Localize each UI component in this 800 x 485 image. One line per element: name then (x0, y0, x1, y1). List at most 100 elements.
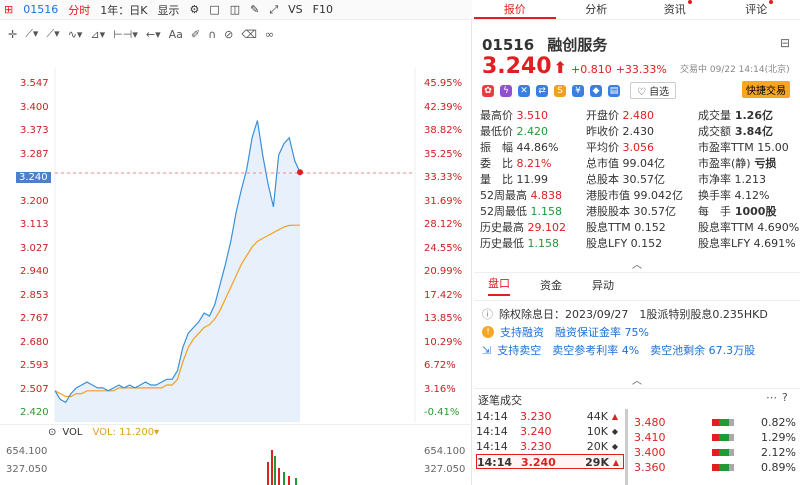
left-axis-tick: 2.420 (20, 407, 49, 418)
tab-quote[interactable]: 报价 (474, 0, 556, 19)
stat-label: 股息率TTM (698, 221, 754, 234)
vol-label[interactable]: VOL (62, 427, 82, 438)
tick-direction: ◆ (611, 442, 619, 451)
depth-price: 3.480 (634, 416, 666, 429)
tick-row: 14:14 3.240 29K ▲ (476, 454, 624, 469)
stat-value: 0.152 (627, 237, 663, 250)
magnet-icon[interactable]: ∩ (208, 28, 216, 41)
tab-funds[interactable]: 资金 (540, 277, 562, 293)
tab-comments[interactable]: 评论 (719, 0, 800, 19)
tick-row: 14:14 3.240 10K ◆ (476, 424, 624, 439)
collapse-chevron-icon-2[interactable]: ︿ (632, 372, 642, 387)
tab-analysis[interactable]: 分析 (556, 0, 638, 19)
stat-value: 4.12% (731, 189, 770, 202)
tab-orderbook[interactable]: 盘口 (488, 274, 510, 296)
notices: ⓘ 除权除息日：2023/09/27 1股派特别股息0.235HKD ! 支持融… (474, 300, 800, 359)
stat-label: 股息率LFY (698, 237, 751, 250)
right-axis-tick: 42.39% (424, 101, 463, 113)
stat-cell: 振 幅 44.86% (480, 140, 586, 156)
price-chart[interactable] (0, 68, 472, 422)
f10-button[interactable]: F10 (313, 3, 333, 16)
tick-time: 14:14 (476, 440, 508, 453)
margin-notice[interactable]: ! 支持融资 融资保证金率 75% (482, 323, 800, 341)
range-tool-icon[interactable]: ⊢⊣▾ (113, 28, 138, 41)
stat-value: 4.691% (750, 237, 796, 250)
stock-code[interactable]: 01516 (23, 3, 58, 16)
left-axis-tick: 3.027 (20, 242, 49, 254)
measure-tool-icon[interactable]: ⊿▾ (90, 28, 105, 41)
volume-header: ⊙ VOL VOL: 11.200 ▾ (0, 424, 472, 440)
period-select[interactable]: 1年：日K (100, 2, 147, 18)
lightning-icon[interactable]: ϟ (500, 84, 512, 97)
depth-price: 3.410 (634, 431, 666, 444)
short-notice[interactable]: ⇲ 支持卖空 卖空参考利率 4% 卖空池剩余 67.3万股 (482, 341, 800, 359)
menu-icon[interactable]: ⊞ (4, 3, 13, 16)
vol-bar (274, 456, 276, 485)
stat-cell: 历史最高 29.102 (480, 220, 586, 236)
stat-value: 0.152 (630, 221, 666, 234)
stat-value: 3.056 (619, 141, 654, 154)
link-icon[interactable]: ∞ (265, 28, 274, 41)
stat-cell: 市盈率(静) 亏损 (698, 156, 800, 172)
tab-alerts[interactable]: 异动 (592, 277, 614, 293)
stat-label: 港股市值 (586, 189, 630, 202)
left-axis-tick: 3.547 (20, 78, 49, 89)
stat-label: 量 比 (480, 173, 513, 186)
stat-cell: 换手率 4.12% (698, 188, 800, 204)
cash-icon[interactable]: ¥ (572, 84, 584, 97)
wave-tool-icon[interactable]: ∿▾ (68, 28, 83, 41)
shuffle-icon[interactable]: ✕ (518, 84, 530, 97)
depth-bar (712, 460, 752, 475)
lock-icon[interactable]: ⊘ (224, 28, 233, 41)
fullscreen-icon[interactable]: ⤢ (269, 3, 278, 17)
draw-icon[interactable]: ✎ (250, 3, 259, 16)
right-axis-tick: 20.99% (424, 266, 463, 277)
doc-icon[interactable]: ▤ (608, 84, 620, 97)
stat-label: 市盈率(静) (698, 157, 751, 170)
camera-icon[interactable]: ◫ (230, 3, 240, 16)
vol-settings-icon[interactable]: ⊙ (48, 427, 56, 438)
ticks-scrollbar[interactable] (625, 409, 628, 485)
square-icon[interactable]: □ (209, 3, 219, 16)
tab-intraday[interactable]: 分时 (68, 2, 90, 18)
stat-cell: 最高价 3.510 (480, 108, 586, 124)
arrow-tool-icon[interactable]: ←▾ (146, 28, 161, 41)
delete-icon[interactable]: ⌫ (241, 28, 257, 41)
quote-code: 01516 (482, 36, 535, 54)
expand-icon[interactable]: ⊟ (780, 36, 790, 50)
brush-icon[interactable]: ✐ (191, 28, 200, 41)
stat-value: 4.838 (527, 189, 562, 202)
quick-trade-button[interactable]: 快捷交易 (742, 81, 790, 98)
depth-price: 3.360 (634, 461, 666, 474)
text-tool-icon[interactable]: Aa (169, 28, 183, 41)
vol-bar (271, 450, 273, 485)
tag-icon[interactable]: ◆ (590, 84, 602, 97)
vs-button[interactable]: VS (288, 3, 303, 16)
add-watchlist-button[interactable]: ♡ 自选 (630, 82, 677, 99)
vol-bar (295, 478, 297, 485)
line-tool-icon[interactable]: ⟋▾ (25, 27, 38, 41)
collapse-chevron-icon[interactable]: ︿ (632, 256, 642, 271)
display-menu[interactable]: 显示 (157, 2, 179, 18)
vol-dropdown-icon[interactable]: ▾ (154, 427, 159, 438)
depth-pct: 0.89% (761, 461, 796, 474)
stat-cell: 委 比 8.21% (480, 156, 586, 172)
tab-news[interactable]: 资讯 (637, 0, 719, 19)
connect-icon[interactable]: ⇄ (536, 84, 548, 97)
right-axis-tick: 31.69% (424, 195, 463, 207)
more-icon[interactable]: ⋯ (766, 391, 777, 404)
cross-tool-icon[interactable]: ✛ (8, 28, 17, 41)
stat-label: 股息TTM (586, 221, 631, 234)
drawing-toolbar: ✛ ⟋▾ ⟋▾ ∿▾ ⊿▾ ⊢⊣▾ ←▾ Aa ✐ ∩ ⊘ ⌫ ∞ (0, 22, 472, 46)
help-icon[interactable]: ? (782, 391, 788, 404)
tick-time: 14:14 (476, 410, 508, 423)
settings-icon[interactable]: ⚙ (189, 3, 199, 16)
s-icon[interactable]: S (554, 84, 566, 97)
hk-icon[interactable]: ✿ (482, 84, 494, 97)
stat-value: 2.480 (619, 109, 654, 122)
ray-tool-icon[interactable]: ⟋▾ (46, 27, 59, 41)
right-pct-axis: 45.95% 42.39% 38.82% 35.25% 33.33% 31.69% 28.1… (420, 68, 472, 422)
left-axis-tick: 3.373 (20, 125, 49, 136)
left-axis-tick: 3.287 (20, 148, 49, 160)
stat-cell: 开盘价 2.480 (586, 108, 698, 124)
